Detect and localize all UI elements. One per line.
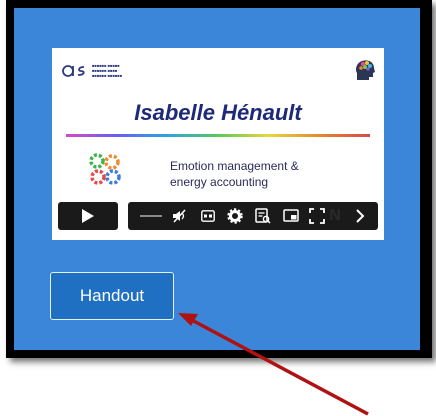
play-icon bbox=[82, 209, 94, 223]
logo-line: ■■■■■■ ■■■■■■ bbox=[92, 73, 123, 78]
chevron-right-icon bbox=[356, 209, 365, 223]
video-subtitle: Emotion management & energy accounting bbox=[170, 158, 299, 190]
next-label: N bbox=[329, 207, 341, 224]
settings-gear-icon bbox=[227, 208, 243, 224]
logo-text: ■■■■■■ ■■■■■ ■■■■■■ ■■■■ ■■■■■■ ■■■■■■ bbox=[92, 64, 122, 78]
more-controls-button[interactable] bbox=[350, 206, 370, 226]
settings-button[interactable] bbox=[224, 206, 246, 226]
player-controls: N bbox=[52, 200, 384, 232]
organization-logo: ■■■■■■ ■■■■■ ■■■■■■ ■■■■ ■■■■■■ ■■■■■■ bbox=[62, 64, 122, 78]
video-title: Isabelle Hénault bbox=[134, 100, 302, 125]
handout-button[interactable]: Handout bbox=[50, 272, 174, 320]
fullscreen-icon bbox=[309, 208, 325, 224]
transcript-button[interactable] bbox=[252, 206, 274, 226]
seek-bar[interactable] bbox=[140, 215, 162, 217]
volume-muted-icon bbox=[173, 209, 186, 223]
picture-in-picture-button[interactable] bbox=[280, 206, 302, 226]
fullscreen-button[interactable] bbox=[306, 206, 328, 226]
as-logo-icon bbox=[62, 65, 85, 77]
brain-icon bbox=[356, 60, 375, 80]
picture-in-picture-icon bbox=[283, 209, 299, 222]
subtitle-line: Emotion management & bbox=[170, 159, 299, 173]
play-button[interactable] bbox=[58, 202, 118, 230]
rainbow-divider bbox=[66, 134, 370, 137]
transcript-icon bbox=[255, 208, 271, 224]
captions-icon bbox=[201, 210, 215, 222]
captions-button[interactable] bbox=[198, 206, 218, 226]
control-bar: N bbox=[128, 202, 378, 230]
mute-button[interactable] bbox=[168, 206, 190, 226]
subtitle-line: energy accounting bbox=[170, 175, 269, 189]
video-player[interactable]: ■■■■■■ ■■■■■ ■■■■■■ ■■■■ ■■■■■■ ■■■■■■ I… bbox=[52, 48, 384, 240]
gears-icon bbox=[89, 153, 121, 185]
